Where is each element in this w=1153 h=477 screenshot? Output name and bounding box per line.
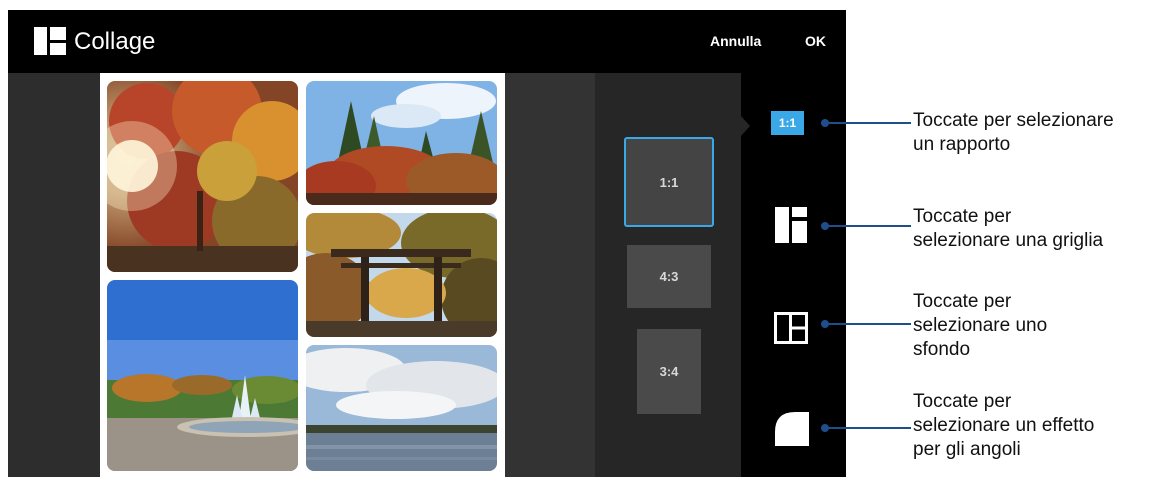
collage-preview — [100, 73, 505, 477]
callout-background-text: Toccate per selezionare uno sfondo — [913, 290, 1153, 362]
callout-corner-line-1: Toccate per — [913, 391, 1012, 412]
callout-background-line-3: sfondo — [913, 339, 971, 360]
callout-corner-line-2: selezionare un effetto — [913, 415, 1095, 436]
callout-background-line-1: Toccate per — [913, 291, 1012, 312]
ratio-panel — [505, 73, 595, 477]
top-bar: Collage Annulla OK — [8, 10, 846, 73]
fountain-park-photo[interactable] — [107, 280, 298, 471]
callout-ratio-line-1: Toccate per selezionare — [913, 110, 1114, 131]
torii-gate-photo[interactable] — [306, 213, 497, 337]
callout-line-corner — [825, 427, 911, 429]
collage-logo-icon — [34, 27, 66, 55]
background-frame-icon[interactable] — [774, 312, 808, 344]
callout-background-line-2: selezionare uno — [913, 315, 1048, 336]
ratio-option-1-1[interactable]: 1:1 — [624, 137, 714, 227]
grid-layout-icon[interactable] — [775, 207, 807, 243]
selection-pointer — [741, 116, 750, 136]
callout-ratio-line-2: un rapporto — [913, 134, 1011, 155]
collage-app-screen: Collage Annulla OK 1:1 4:3 3:4 — [8, 10, 846, 477]
ok-button[interactable]: OK — [805, 32, 826, 50]
app-title: Collage — [74, 28, 156, 55]
ratio-option-3-4[interactable]: 3:4 — [637, 329, 701, 414]
callout-grid-text: Toccate per selezionare una griglia — [913, 205, 1153, 253]
callout-line-grid — [825, 225, 911, 227]
corner-effect-icon[interactable] — [775, 412, 809, 446]
callout-grid-line-2: selezionare una griglia — [913, 230, 1104, 251]
callout-grid-line-1: Toccate per — [913, 206, 1012, 227]
callout-corner-text: Toccate per selezionare un effetto per g… — [913, 390, 1153, 462]
ratio-option-4-3[interactable]: 4:3 — [627, 245, 711, 308]
callout-corner-line-3: per gli angoli — [913, 439, 1021, 460]
callout-ratio-text: Toccate per selezionare un rapporto — [913, 109, 1153, 157]
cancel-button[interactable]: Annulla — [710, 32, 761, 50]
ratio-icon[interactable]: 1:1 — [771, 111, 804, 135]
callout-line-ratio — [825, 122, 911, 124]
river-clouds-photo[interactable] — [306, 345, 497, 471]
autumn-tree-sunlight-photo[interactable] — [107, 81, 298, 272]
temple-trees-sky-photo[interactable] — [306, 81, 497, 205]
callout-line-background — [825, 323, 911, 325]
collage-canvas — [8, 73, 505, 477]
ratio-options-panel: 1:1 4:3 3:4 — [595, 73, 741, 477]
